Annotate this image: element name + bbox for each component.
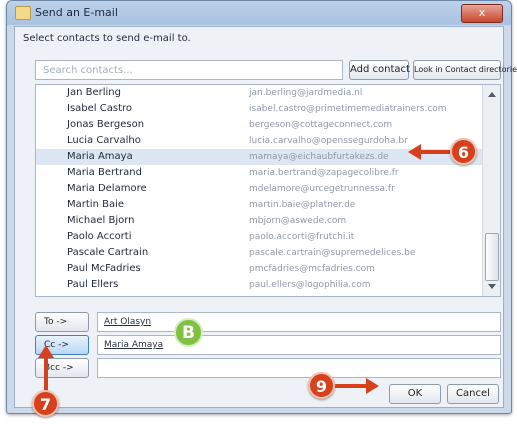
contact-email: pmcfadries@mcfadries.com — [249, 264, 375, 274]
contact-row[interactable]: Pascale Cartrain pascale.cartrain@suprem… — [36, 245, 484, 261]
bcc-field[interactable] — [97, 358, 501, 378]
callout-7-marker: 7 — [32, 390, 59, 417]
contact-name: Michael Bjorn — [67, 215, 135, 226]
contact-email: lucia.carvalho@openssegurdoha.br — [249, 136, 408, 146]
contact-row[interactable]: Michael Bjorn mbjorn@aswede.com — [36, 213, 484, 229]
to-recipient: Art Olasyn — [104, 317, 152, 327]
dialog-body: Select contacts to send e-mail to. Searc… — [14, 26, 517, 408]
contact-name: Maria Bertrand — [67, 167, 142, 178]
cancel-button[interactable]: Cancel — [447, 384, 499, 404]
contact-email: bergeson@cottageconnect.com — [249, 120, 393, 130]
search-input[interactable]: Search contacts... — [35, 60, 343, 80]
contact-email: maria.bertrand@zapagecolibre.fr — [249, 168, 399, 178]
contact-email: paolo.accorti@frutchi.it — [249, 232, 355, 242]
to-field[interactable]: Art Olasyn — [97, 312, 501, 332]
contact-name: Maria Amaya — [67, 151, 133, 162]
contact-name: Jan Berling — [67, 87, 121, 98]
ok-button[interactable]: OK — [389, 384, 441, 404]
contact-name: Isabel Castro — [67, 103, 132, 114]
contacts-list: Jan Berling jan.berling@jardmedia.nl Isa… — [35, 84, 501, 297]
contact-email: mamaya@eichaubfurtakezs.de — [249, 152, 389, 162]
contact-name: Maria Delamore — [67, 183, 147, 194]
callout-b-marker: B — [174, 318, 203, 347]
look-in-directories-button[interactable]: Look in Contact directories — [413, 60, 517, 80]
scroll-down-arrow-icon[interactable] — [488, 284, 496, 289]
cc-recipient: Maria Amaya — [104, 340, 164, 350]
contact-name: Martin Baie — [67, 199, 125, 210]
vertical-scrollbar[interactable] — [482, 85, 500, 296]
callout-9-marker: 9 — [308, 372, 335, 399]
contact-row[interactable]: Isabel Castro isabel.castro@primetimemed… — [36, 101, 484, 117]
contact-name: Paul McFadries — [67, 263, 141, 274]
contact-row[interactable]: Martin Baie martin.baie@platner.de — [36, 197, 484, 213]
contact-name: Paolo Accorti — [67, 231, 132, 242]
callout-7-arrow-shaft — [44, 356, 48, 392]
callout-9-arrow-head-icon — [366, 378, 379, 394]
contact-name: Paul Ellers — [67, 279, 119, 290]
send-email-dialog: Send an E-mail x Select contacts to send… — [6, 0, 517, 414]
contact-row[interactable]: Paul Ellers paul.ellers@logophilia.com — [36, 277, 484, 293]
contact-row[interactable]: Maria Delamore mdelamore@urcegetrunnessa… — [36, 181, 484, 197]
scroll-thumb[interactable] — [485, 233, 499, 281]
to-button[interactable]: To -> — [35, 312, 89, 332]
close-button[interactable]: x — [461, 4, 503, 23]
contact-name: Jonas Bergeson — [67, 119, 145, 130]
contact-email: isabel.castro@primetimemediatrainers.com — [249, 104, 447, 114]
contact-email: jan.berling@jardmedia.nl — [249, 88, 363, 98]
callout-9-arrow-shaft — [335, 384, 367, 388]
contact-row[interactable]: Maria Bertrand maria.bertrand@zapagecoli… — [36, 165, 484, 181]
contact-email: martin.baie@platner.de — [249, 200, 356, 210]
contact-email: mdelamore@urcegetrunnessa.fr — [249, 184, 395, 194]
mail-icon — [15, 6, 31, 20]
contact-name: Pascale Cartrain — [67, 247, 149, 258]
contact-name: Lucia Carvalho — [67, 135, 141, 146]
instruction-text: Select contacts to send e-mail to. — [23, 33, 191, 44]
contact-row[interactable]: Paolo Accorti paolo.accorti@frutchi.it — [36, 229, 484, 245]
callout-6-marker: 6 — [450, 138, 477, 165]
title-bar: Send an E-mail x — [7, 1, 511, 25]
cc-field[interactable]: Maria Amaya — [97, 335, 501, 355]
contact-email: mbjorn@aswede.com — [249, 216, 347, 226]
callout-6-arrow-head-icon — [408, 144, 421, 160]
contact-row[interactable]: Paul McFadries pmcfadries@mcfadries.com — [36, 261, 484, 277]
scroll-up-arrow-icon[interactable] — [488, 92, 496, 97]
contact-email: paul.ellers@logophilia.com — [249, 280, 371, 290]
add-contact-button[interactable]: Add contact — [349, 60, 410, 80]
contact-row[interactable]: Jonas Bergeson bergeson@cottageconnect.c… — [36, 117, 484, 133]
callout-6-arrow-shaft — [420, 150, 450, 154]
window-title: Send an E-mail — [35, 6, 118, 19]
contact-email: pascale.cartrain@supremedelices.be — [249, 248, 416, 258]
contact-row[interactable]: Jan Berling jan.berling@jardmedia.nl — [36, 85, 484, 101]
